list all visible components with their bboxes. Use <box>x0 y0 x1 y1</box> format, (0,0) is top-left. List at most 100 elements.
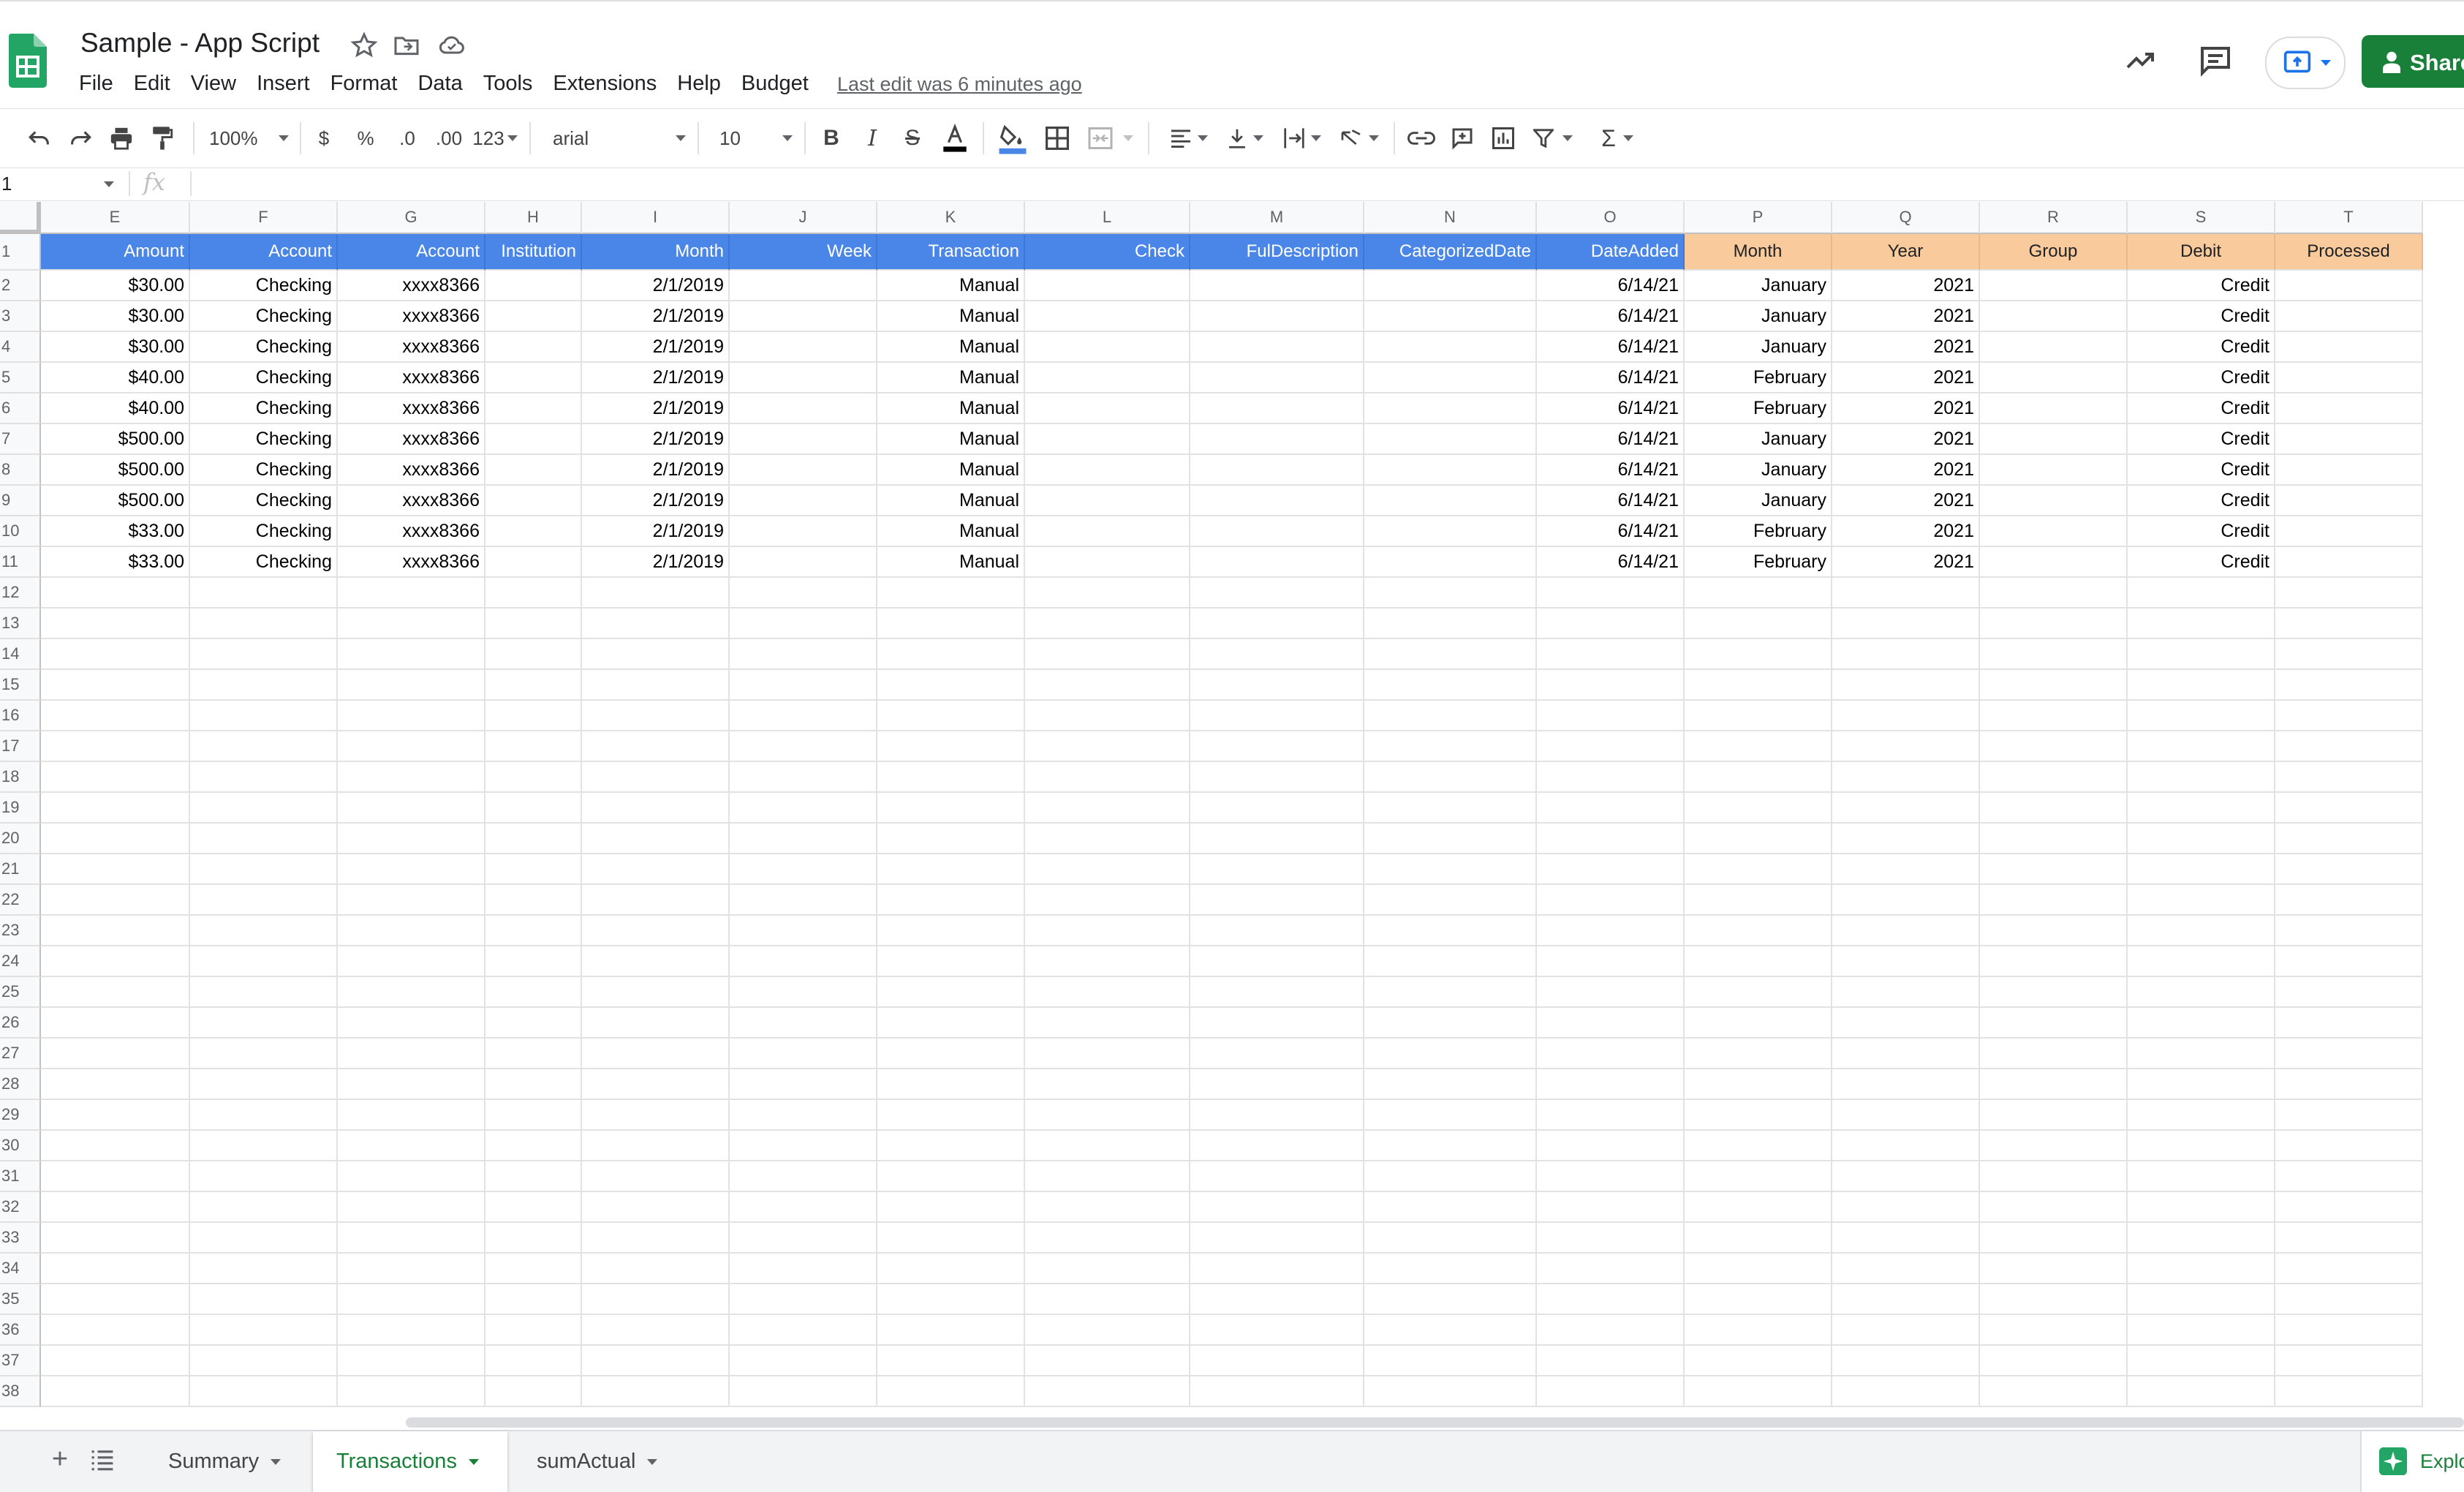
empty-cell[interactable] <box>1537 1008 1685 1039</box>
empty-cell[interactable] <box>1832 1223 1980 1254</box>
data-cell[interactable]: 6/14/21 <box>1537 271 1685 301</box>
data-cell[interactable] <box>730 332 877 363</box>
empty-cell[interactable] <box>485 701 582 731</box>
empty-cell[interactable] <box>1980 1346 2128 1376</box>
empty-cell[interactable] <box>485 1376 582 1407</box>
empty-cell[interactable] <box>2275 609 2423 639</box>
empty-cell[interactable] <box>2128 1376 2275 1407</box>
empty-cell[interactable] <box>1832 885 1980 916</box>
empty-cell[interactable] <box>582 946 730 977</box>
empty-cell[interactable] <box>485 916 582 946</box>
empty-cell[interactable] <box>41 1131 190 1161</box>
empty-cell[interactable] <box>582 609 730 639</box>
data-cell[interactable] <box>1364 301 1537 332</box>
decrease-decimal-button[interactable]: .0 <box>392 124 423 153</box>
empty-cell[interactable] <box>1364 1223 1537 1254</box>
empty-cell[interactable] <box>1980 885 2128 916</box>
data-cell[interactable]: February <box>1685 516 1832 547</box>
empty-cell[interactable] <box>1685 824 1832 854</box>
data-cell[interactable]: Checking <box>190 486 338 516</box>
empty-cell[interactable] <box>41 670 190 701</box>
empty-cell[interactable] <box>1025 1100 1190 1131</box>
data-cell[interactable] <box>1364 424 1537 455</box>
empty-cell[interactable] <box>338 946 485 977</box>
empty-cell[interactable] <box>1190 885 1364 916</box>
menu-format[interactable]: Format <box>330 72 398 101</box>
empty-cell[interactable] <box>41 1008 190 1039</box>
horizontal-align-icon[interactable] <box>1165 124 1212 153</box>
data-cell[interactable] <box>730 393 877 424</box>
data-cell[interactable]: xxxx8366 <box>338 547 485 578</box>
empty-cell[interactable] <box>2128 1161 2275 1192</box>
data-cell[interactable] <box>1025 271 1190 301</box>
empty-cell[interactable] <box>582 762 730 793</box>
empty-cell[interactable] <box>1832 946 1980 977</box>
empty-cell[interactable] <box>730 701 877 731</box>
data-cell[interactable]: Manual <box>877 363 1025 393</box>
empty-cell[interactable] <box>1537 1100 1685 1131</box>
empty-cell[interactable] <box>338 977 485 1008</box>
empty-cell[interactable] <box>2275 1100 2423 1131</box>
empty-cell[interactable] <box>582 578 730 609</box>
empty-cell[interactable] <box>1980 916 2128 946</box>
data-cell[interactable] <box>2275 363 2423 393</box>
empty-cell[interactable] <box>730 1100 877 1131</box>
empty-cell[interactable] <box>1980 1131 2128 1161</box>
empty-cell[interactable] <box>1364 854 1537 885</box>
header-cell[interactable]: Week <box>730 234 877 271</box>
empty-cell[interactable] <box>582 731 730 762</box>
empty-cell[interactable] <box>877 578 1025 609</box>
empty-cell[interactable] <box>338 1376 485 1407</box>
empty-cell[interactable] <box>1980 854 2128 885</box>
data-cell[interactable]: Manual <box>877 547 1025 578</box>
empty-cell[interactable] <box>190 885 338 916</box>
row-header[interactable]: 7 <box>0 424 41 455</box>
empty-cell[interactable] <box>190 1346 338 1376</box>
empty-cell[interactable] <box>877 1192 1025 1223</box>
empty-cell[interactable] <box>730 1161 877 1192</box>
empty-cell[interactable] <box>1364 1008 1537 1039</box>
empty-cell[interactable] <box>1190 639 1364 670</box>
row-header[interactable]: 17 <box>0 731 41 762</box>
data-cell[interactable] <box>730 424 877 455</box>
data-cell[interactable] <box>1025 301 1190 332</box>
insert-chart-icon[interactable] <box>1490 124 1516 153</box>
empty-cell[interactable] <box>485 1039 582 1069</box>
empty-cell[interactable] <box>1685 885 1832 916</box>
empty-cell[interactable] <box>41 1346 190 1376</box>
empty-cell[interactable] <box>338 762 485 793</box>
empty-cell[interactable] <box>1980 1376 2128 1407</box>
data-cell[interactable]: 2/1/2019 <box>582 455 730 486</box>
empty-cell[interactable] <box>41 1284 190 1315</box>
empty-cell[interactable] <box>1685 670 1832 701</box>
data-cell[interactable] <box>1025 455 1190 486</box>
data-cell[interactable]: Credit <box>2128 486 2275 516</box>
data-cell[interactable] <box>1980 363 2128 393</box>
empty-cell[interactable] <box>1832 731 1980 762</box>
empty-cell[interactable] <box>2275 824 2423 854</box>
row-header[interactable]: 31 <box>0 1161 41 1192</box>
row-header[interactable]: 33 <box>0 1223 41 1254</box>
empty-cell[interactable] <box>877 1223 1025 1254</box>
data-cell[interactable] <box>2275 301 2423 332</box>
empty-cell[interactable] <box>1685 1161 1832 1192</box>
row-header[interactable]: 36 <box>0 1315 41 1346</box>
data-cell[interactable] <box>1025 332 1190 363</box>
empty-cell[interactable] <box>1537 824 1685 854</box>
empty-cell[interactable] <box>2128 731 2275 762</box>
empty-cell[interactable] <box>41 762 190 793</box>
menu-extensions[interactable]: Extensions <box>553 72 657 101</box>
merge-cells-icon[interactable] <box>1085 124 1136 153</box>
empty-cell[interactable] <box>2275 977 2423 1008</box>
empty-cell[interactable] <box>1980 1100 2128 1131</box>
empty-cell[interactable] <box>1364 670 1537 701</box>
header-cell[interactable]: Processed <box>2275 234 2423 271</box>
empty-cell[interactable] <box>1364 946 1537 977</box>
empty-cell[interactable] <box>1025 639 1190 670</box>
empty-cell[interactable] <box>41 731 190 762</box>
data-cell[interactable] <box>485 547 582 578</box>
more-formats-button[interactable]: 123 <box>471 124 519 153</box>
empty-cell[interactable] <box>1832 1346 1980 1376</box>
empty-cell[interactable] <box>1537 731 1685 762</box>
header-cell[interactable]: Group <box>1980 234 2128 271</box>
